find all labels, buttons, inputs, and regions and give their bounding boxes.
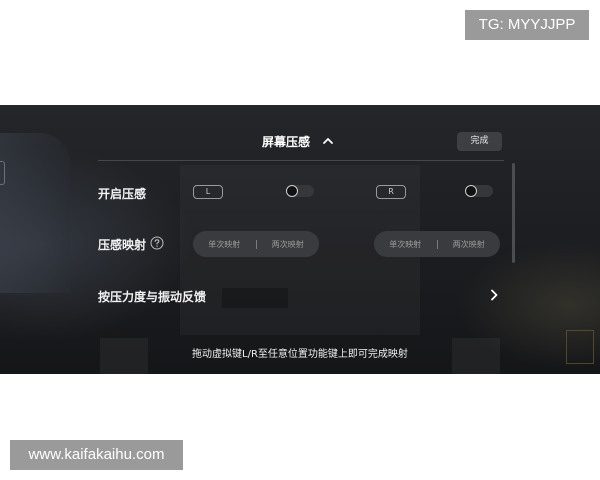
watermark-bottom: www.kaifakaihu.com xyxy=(10,440,183,470)
mapping-hint-text: 拖动虚拟键L/R至任意位置功能键上即可完成映射 xyxy=(192,349,408,360)
toggle-knob xyxy=(286,185,298,197)
panel-title: 屏幕压感 xyxy=(262,134,311,149)
right-double-mapping-option[interactable]: 两次映射 xyxy=(438,239,501,250)
question-circle-icon[interactable] xyxy=(150,236,164,250)
pressure-feedback-label[interactable]: 按压力度与振动反馈 xyxy=(98,288,206,305)
toggle-knob xyxy=(465,185,477,197)
pressure-settings-screen: 屏幕压感 完成 开启压感 L R 压感映射 单次映射 两次映射 单次映射 两次映… xyxy=(0,105,600,374)
scrollbar[interactable] xyxy=(512,163,515,263)
left-double-mapping-option[interactable]: 两次映射 xyxy=(257,239,320,250)
background-side-handle xyxy=(0,161,5,185)
enable-pressure-label: 开启压感 xyxy=(98,187,147,201)
chevron-right-icon[interactable] xyxy=(487,288,501,302)
background-scenery-left xyxy=(0,133,70,293)
right-pressure-toggle[interactable] xyxy=(465,185,493,197)
background-shadow xyxy=(222,288,288,308)
left-key-badge: L xyxy=(193,185,223,199)
left-pressure-toggle[interactable] xyxy=(286,185,314,197)
header-divider xyxy=(98,160,504,161)
right-single-mapping-option[interactable]: 单次映射 xyxy=(374,239,437,250)
chevron-up-icon[interactable] xyxy=(320,133,336,149)
left-single-mapping-option[interactable]: 单次映射 xyxy=(193,239,256,250)
panel-header[interactable]: 屏幕压感 xyxy=(262,131,336,151)
right-mapping-segmented-control[interactable]: 单次映射 两次映射 xyxy=(374,231,500,257)
done-button[interactable]: 完成 xyxy=(457,132,502,151)
right-key-badge: R xyxy=(376,185,406,199)
pressure-mapping-label: 压感映射 xyxy=(98,238,147,252)
left-mapping-segmented-control[interactable]: 单次映射 两次映射 xyxy=(193,231,319,257)
watermark-top: TG: MYYJJPP xyxy=(465,10,589,40)
